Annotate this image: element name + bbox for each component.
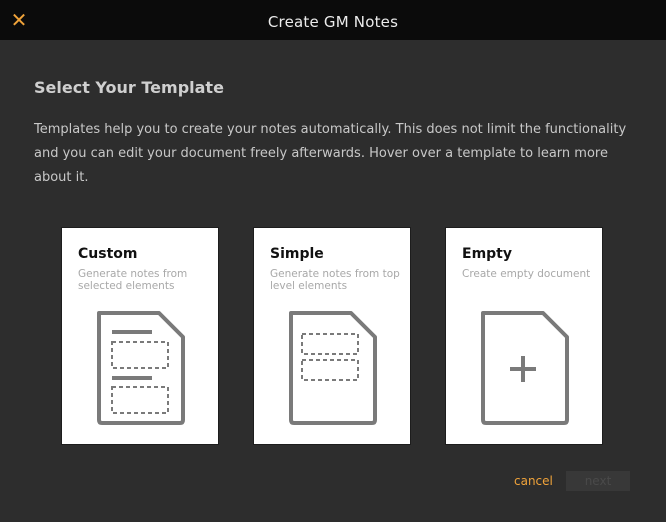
template-card-title: Simple xyxy=(270,246,324,262)
template-card-description: Generate notes from selected elements xyxy=(78,268,188,292)
custom-template-icon xyxy=(97,311,185,425)
title-bar: ✕ Create GM Notes xyxy=(0,0,666,40)
window-title: Create GM Notes xyxy=(267,13,399,31)
page-title: Select Your Template xyxy=(34,78,224,97)
template-card-description: Generate notes from top level elements xyxy=(270,268,400,292)
empty-document-icon xyxy=(481,311,569,425)
template-card-description: Create empty document xyxy=(462,268,591,280)
template-card-title: Custom xyxy=(78,246,138,262)
template-dialog: Select Your Template Templates help you … xyxy=(0,40,666,522)
next-button[interactable]: next xyxy=(566,471,630,491)
instructions-text: Templates help you to create your notes … xyxy=(34,122,627,185)
template-card-simple[interactable]: Simple Generate notes from top level ele… xyxy=(254,228,410,444)
template-card-custom[interactable]: Custom Generate notes from selected elem… xyxy=(62,228,218,444)
template-card-empty[interactable]: Empty Create empty document xyxy=(446,228,602,444)
template-card-title: Empty xyxy=(462,246,512,262)
simple-template-icon xyxy=(289,311,377,425)
cancel-button[interactable]: cancel xyxy=(514,474,553,488)
